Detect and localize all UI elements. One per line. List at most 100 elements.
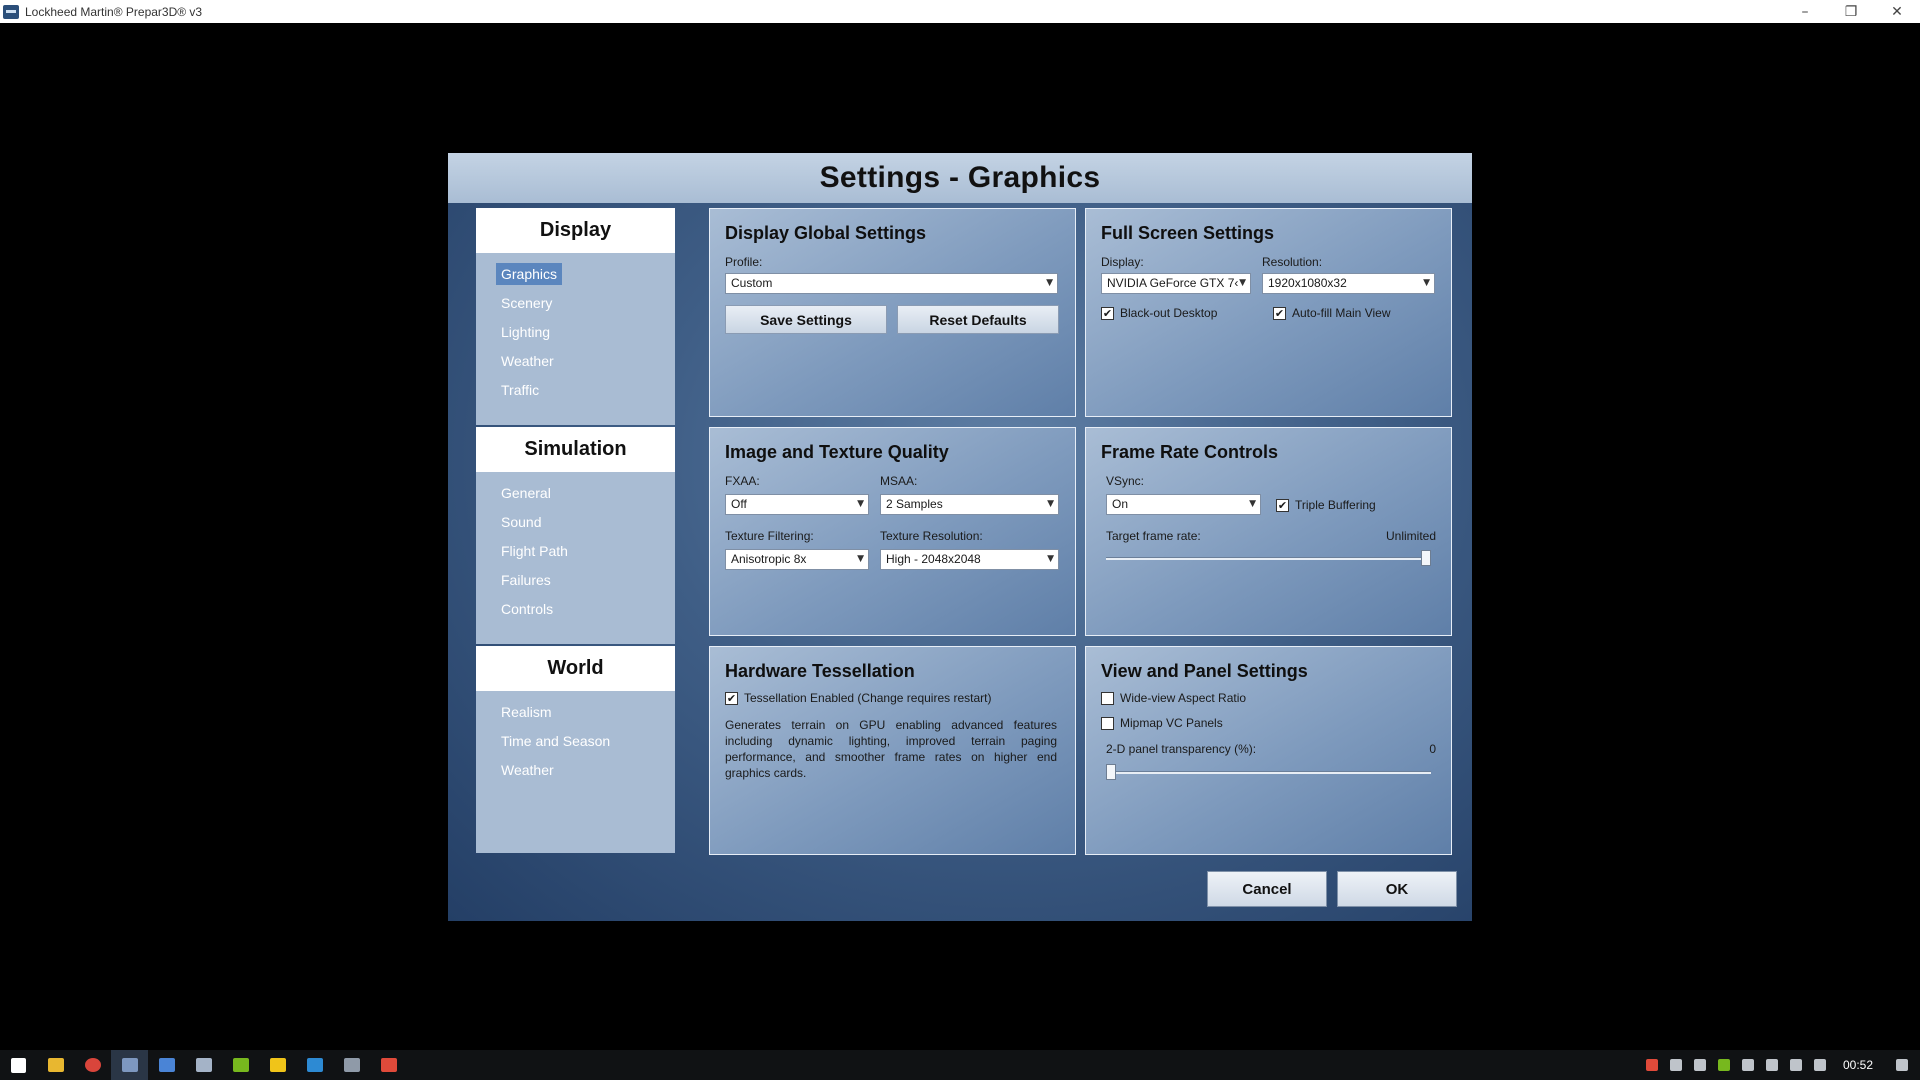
fullscreen-resolution-dropdown[interactable]: 1920x1080x32 ▼ <box>1262 273 1435 294</box>
wifi-icon[interactable] <box>1808 1050 1832 1080</box>
nav-item-flight-path[interactable]: Flight Path <box>476 538 675 567</box>
nav-item-controls[interactable]: Controls <box>476 596 675 625</box>
system-tray: 00:52 <box>1640 1050 1920 1080</box>
fxaa-dropdown[interactable]: Off ▼ <box>725 494 869 515</box>
panel-transparency-label: 2-D panel transparency (%): <box>1106 742 1257 756</box>
dialog-title: Settings - Graphics <box>819 161 1101 194</box>
taskbar-clock[interactable]: 00:52 <box>1832 1058 1884 1072</box>
nav-item-realism[interactable]: Realism <box>476 699 675 728</box>
tray-display-icon[interactable] <box>1688 1050 1712 1080</box>
nav-heading-display[interactable]: Display <box>476 208 675 253</box>
nav-section-simulation: Simulation General Sound Flight Path Fai… <box>476 427 675 644</box>
notes-icon[interactable] <box>259 1050 296 1080</box>
usb-icon[interactable] <box>1760 1050 1784 1080</box>
chevron-down-icon: ▼ <box>1046 278 1053 288</box>
nav-item-lighting[interactable]: Lighting <box>476 319 675 348</box>
chevron-down-icon: ▼ <box>1249 499 1256 509</box>
nav-heading-world[interactable]: World <box>476 646 675 691</box>
nav-item-world-weather[interactable]: Weather <box>476 757 675 786</box>
target-frame-rate-value: Unlimited <box>1385 529 1436 543</box>
nav-item-traffic[interactable]: Traffic <box>476 377 675 406</box>
nav-item-failures[interactable]: Failures <box>476 567 675 596</box>
tray-network-icon[interactable] <box>1736 1050 1760 1080</box>
blackout-desktop-checkbox[interactable]: ✔ Black-out Desktop <box>1101 306 1217 320</box>
fxaa-label: FXAA: <box>725 474 760 488</box>
display-label: Display: <box>1101 255 1144 269</box>
nav-item-scenery[interactable]: Scenery <box>476 290 675 319</box>
save-settings-button[interactable]: Save Settings <box>725 305 887 334</box>
nvidia-icon[interactable] <box>222 1050 259 1080</box>
start-icon[interactable] <box>0 1050 37 1080</box>
notification-icon[interactable] <box>1884 1050 1920 1080</box>
chevron-down-icon: ▼ <box>857 554 864 564</box>
profile-label: Profile: <box>725 255 763 269</box>
restore-button[interactable]: ❐ <box>1828 0 1874 23</box>
cancel-button[interactable]: Cancel <box>1207 871 1327 907</box>
target-frame-rate-label: Target frame rate: <box>1106 529 1201 543</box>
vsync-dropdown[interactable]: On ▼ <box>1106 494 1261 515</box>
panel-title-frame-rate: Frame Rate Controls <box>1101 442 1279 462</box>
nav-item-sound[interactable]: Sound <box>476 509 675 538</box>
chart-app-icon[interactable] <box>333 1050 370 1080</box>
nav-section-display: Display Graphics Scenery Lighting Weathe… <box>476 208 675 425</box>
chevron-down-icon: ▼ <box>1239 278 1246 288</box>
volume-icon[interactable] <box>1784 1050 1808 1080</box>
check-icon: ✔ <box>725 691 738 705</box>
tray-monitor-icon[interactable] <box>1664 1050 1688 1080</box>
taskbar: 00:52 <box>0 1050 1920 1080</box>
fullscreen-resolution-label: Resolution: <box>1262 255 1323 269</box>
panel-title-image-texture: Image and Texture Quality <box>725 442 949 462</box>
reset-defaults-button[interactable]: Reset Defaults <box>897 305 1059 334</box>
nav-item-weather[interactable]: Weather <box>476 348 675 377</box>
prepar3d-icon[interactable] <box>111 1050 148 1080</box>
panel-transparency-value: 0 <box>1429 742 1436 756</box>
texture-resolution-dropdown[interactable]: High - 2048x2048 ▼ <box>880 549 1059 570</box>
ok-button[interactable]: OK <box>1337 871 1457 907</box>
chrome-icon[interactable] <box>74 1050 111 1080</box>
tessellation-enabled-checkbox[interactable]: ✔ Tessellation Enabled (Change requires r… <box>725 691 991 705</box>
profile-dropdown[interactable]: Custom ▼ <box>725 273 1058 294</box>
dialog-header: Settings - Graphics <box>448 153 1472 203</box>
tray-app-icon[interactable] <box>1640 1050 1664 1080</box>
texture-filtering-dropdown[interactable]: Anisotropic 8x ▼ <box>725 549 869 570</box>
msaa-label: MSAA: <box>880 474 918 488</box>
nav-item-general[interactable]: General <box>476 480 675 509</box>
check-icon: ✔ <box>1273 306 1286 320</box>
msaa-dropdown[interactable]: 2 Samples ▼ <box>880 494 1059 515</box>
display-dropdown[interactable]: NVIDIA GeForce GTX 7‹ ▼ <box>1101 273 1251 294</box>
autofill-main-view-checkbox[interactable]: ✔ Auto-fill Main View <box>1273 306 1390 320</box>
check-icon: ✔ <box>1276 498 1289 512</box>
monitor-icon[interactable] <box>185 1050 222 1080</box>
texture-filtering-label: Texture Filtering: <box>725 529 814 543</box>
slider-thumb[interactable] <box>1421 550 1431 566</box>
panel-title-display-global: Display Global Settings <box>725 223 927 243</box>
window-title: Lockheed Martin® Prepar3D® v3 <box>25 4 203 19</box>
panel-transparency-slider[interactable] <box>1106 764 1431 780</box>
settings-dialog: Settings - Graphics Display Graphics Sce… <box>448 153 1472 921</box>
panel-full-screen: Full Screen Settings Display: NVIDIA GeF… <box>1085 208 1452 417</box>
check-icon: ✔ <box>1101 306 1114 320</box>
nav-section-world: World Realism Time and Season Weather <box>476 646 675 853</box>
nav-item-time-and-season[interactable]: Time and Season <box>476 728 675 757</box>
chevron-down-icon: ▼ <box>857 499 864 509</box>
file-explorer-icon[interactable] <box>37 1050 74 1080</box>
settings-app-icon[interactable] <box>296 1050 333 1080</box>
tool-app-icon[interactable] <box>370 1050 407 1080</box>
panel-title-view-panel: View and Panel Settings <box>1101 661 1308 681</box>
triple-buffering-checkbox[interactable]: ✔ Triple Buffering <box>1276 498 1376 512</box>
chevron-down-icon: ▼ <box>1047 554 1054 564</box>
panel-frame-rate: Frame Rate Controls VSync: On ▼ ✔ Triple B… <box>1085 427 1452 636</box>
mipmap-vc-panels-checkbox[interactable]: Mipmap VC Panels <box>1101 716 1223 730</box>
chevron-down-icon: ▼ <box>1423 278 1430 288</box>
panel-title-full-screen: Full Screen Settings <box>1101 223 1275 243</box>
target-frame-rate-slider[interactable] <box>1106 550 1431 566</box>
planner-icon[interactable] <box>148 1050 185 1080</box>
wide-view-aspect-ratio-checkbox[interactable]: Wide-view Aspect Ratio <box>1101 691 1246 705</box>
tray-nvidia-icon[interactable] <box>1712 1050 1736 1080</box>
nav-item-graphics[interactable]: Graphics <box>476 261 675 290</box>
minimize-button[interactable]: – <box>1782 0 1828 23</box>
nav-heading-simulation[interactable]: Simulation <box>476 427 675 472</box>
slider-thumb[interactable] <box>1106 764 1116 780</box>
close-button[interactable]: ✕ <box>1874 0 1920 23</box>
prepar3d-app-icon <box>3 4 19 19</box>
